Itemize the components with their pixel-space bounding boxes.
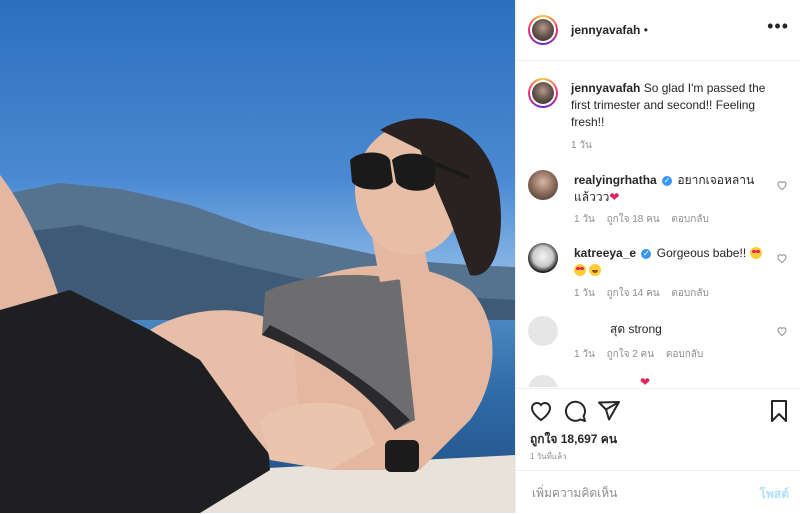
more-dots-icon[interactable]: •••: [767, 17, 789, 35]
comment-username[interactable]: katreeya_e: [574, 246, 636, 260]
post-timestamp[interactable]: 1 วันที่แล้ว: [530, 450, 566, 463]
like-comment-heart-icon[interactable]: [776, 325, 788, 337]
comment-time[interactable]: 1 วัน: [574, 214, 595, 225]
comment-username[interactable]: สุด: [610, 322, 625, 336]
caption-avatar[interactable]: [528, 78, 558, 108]
add-comment-bar: โพสต์: [516, 470, 800, 514]
heart-icon[interactable]: [529, 399, 553, 423]
comment-avatar[interactable]: [528, 243, 558, 273]
heart-eyes-emoji-icon: [749, 247, 762, 259]
person-sunbathing: [0, 118, 515, 513]
avatar[interactable]: [528, 15, 558, 45]
header-username[interactable]: jennyavafah: [571, 23, 640, 37]
post-photo[interactable]: [0, 0, 515, 513]
comment-avatar[interactable]: [528, 316, 558, 346]
header-separator: •: [643, 23, 648, 37]
comment-icon[interactable]: [563, 399, 587, 423]
instagram-post-modal: jennyavafah • ••• jennyavafah So glad I'…: [0, 0, 800, 513]
comment-avatar[interactable]: [528, 170, 558, 200]
comment-text-block: สุด strong: [610, 321, 800, 338]
comment-likes[interactable]: ถูกใจ 18 คน: [607, 214, 660, 225]
like-comment-heart-icon[interactable]: [776, 179, 788, 191]
caption-meta: 1 วัน: [571, 138, 601, 153]
comment-item: katreeya_e ✓ Gorgeous babe!! 1 วัน ถูกใจ…: [528, 243, 788, 303]
grin-emoji-icon: [589, 264, 602, 276]
comment-time[interactable]: 1 วัน: [574, 288, 595, 299]
post-sidebar: jennyavafah • ••• jennyavafah So glad I'…: [515, 0, 800, 513]
likes-count[interactable]: ถูกใจ 18,697 คน: [530, 430, 617, 449]
caption-time[interactable]: 1 วัน: [571, 140, 592, 151]
comment-likes[interactable]: ถูกใจ 14 คน: [607, 288, 660, 299]
caption-username[interactable]: jennyavafah: [571, 81, 640, 95]
comment-meta: 1 วัน ถูกใจ 2 คน ตอบกลับ: [574, 347, 712, 362]
comment-meta: 1 วัน ถูกใจ 18 คน ตอบกลับ: [574, 212, 718, 227]
caption-text-block: jennyavafah So glad I'm passed the first…: [571, 80, 776, 131]
bookmark-icon[interactable]: [767, 399, 791, 423]
comment-item: realyingrhatha ✓ อยากเจอหลานแล้ววว❤ 1 วั…: [528, 170, 788, 230]
like-comment-heart-icon[interactable]: [776, 252, 788, 264]
heart-eyes-emoji-icon: [574, 264, 586, 276]
comment-input[interactable]: [530, 481, 734, 505]
comment-meta: 1 วัน ถูกใจ 14 คน ตอบกลับ: [574, 286, 718, 301]
share-icon[interactable]: [597, 399, 621, 423]
verified-badge-icon: ✓: [641, 249, 652, 259]
comment-likes[interactable]: ถูกใจ 2 คน: [607, 349, 655, 360]
red-heart-emoji-icon: ❤: [609, 190, 620, 204]
verified-badge-icon: ✓: [662, 176, 673, 186]
comment-text: Gorgeous babe!!: [656, 246, 747, 260]
comment-avatar[interactable]: [528, 375, 558, 387]
comment-text-block: katreeya_e ✓ Gorgeous babe!!: [574, 245, 774, 279]
comments-list[interactable]: jennyavafah So glad I'm passed the first…: [516, 61, 800, 387]
comment-username[interactable]: realyingrhatha: [574, 173, 657, 187]
red-heart-emoji-icon: ❤: [640, 375, 651, 387]
comment-text-block: realyingrhatha ✓ อยากเจอหลานแล้ววว❤: [574, 172, 774, 206]
reply-button[interactable]: ตอบกลับ: [671, 288, 708, 299]
post-button[interactable]: โพสต์: [760, 485, 789, 504]
comment-text: strong: [628, 322, 662, 336]
comment-item: สุด strong 1 วัน ถูกใจ 2 คน ตอบกลับ: [528, 316, 788, 376]
caption: jennyavafah So glad I'm passed the first…: [528, 78, 788, 158]
reply-button[interactable]: ตอบกลับ: [666, 349, 703, 360]
post-header: jennyavafah • •••: [516, 0, 800, 61]
post-actions: ถูกใจ 18,697 คน 1 วันที่แล้ว: [516, 388, 800, 469]
comment-time[interactable]: 1 วัน: [574, 349, 595, 360]
reply-button[interactable]: ตอบกลับ: [671, 214, 708, 225]
